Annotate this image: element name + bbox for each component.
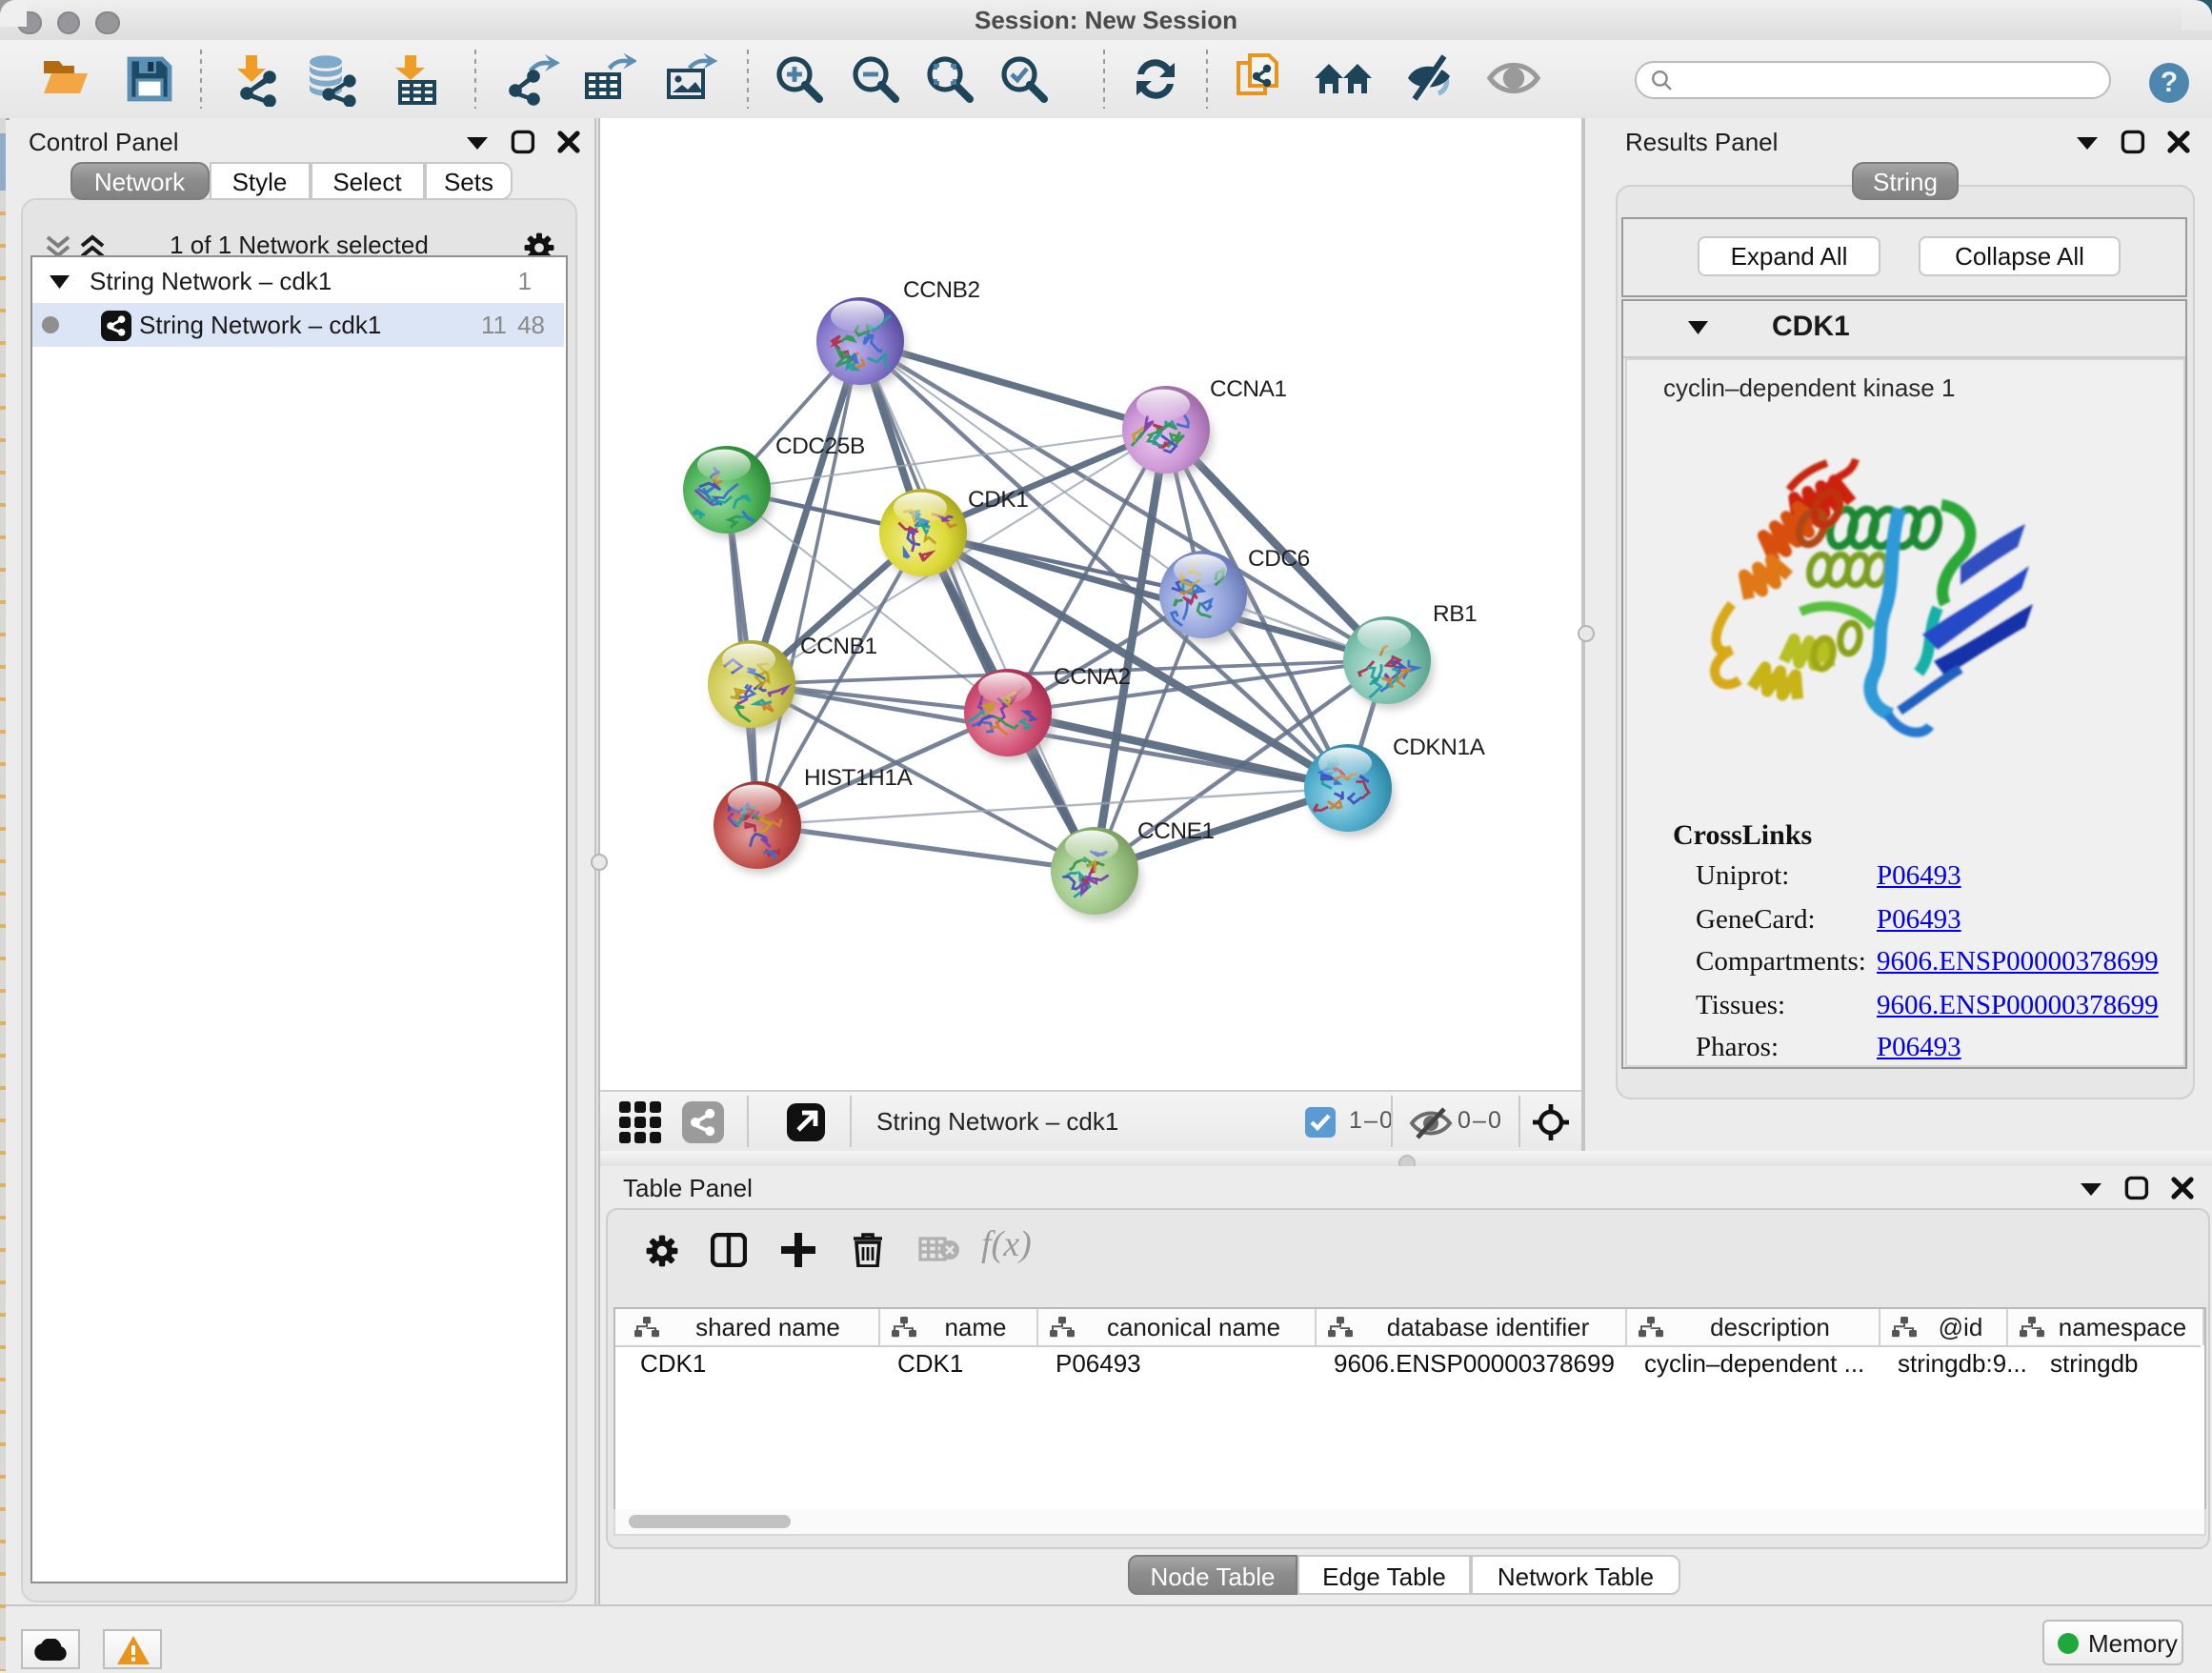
svg-text:CDC6: CDC6 bbox=[1248, 546, 1310, 572]
svg-text:RB1: RB1 bbox=[1433, 601, 1477, 627]
svg-text:CCNE1: CCNE1 bbox=[1137, 818, 1215, 844]
svg-text:CCNA2: CCNA2 bbox=[1054, 664, 1131, 690]
svg-text:CCNB1: CCNB1 bbox=[800, 634, 877, 659]
svg-text:CCNA1: CCNA1 bbox=[1210, 376, 1287, 402]
svg-text:CDK1: CDK1 bbox=[968, 487, 1028, 513]
svg-text:HIST1H1A: HIST1H1A bbox=[804, 765, 914, 791]
svg-text:CCNB2: CCNB2 bbox=[903, 277, 980, 303]
svg-text:CDKN1A: CDKN1A bbox=[1393, 735, 1486, 760]
svg-text:CDC25B: CDC25B bbox=[775, 433, 865, 459]
